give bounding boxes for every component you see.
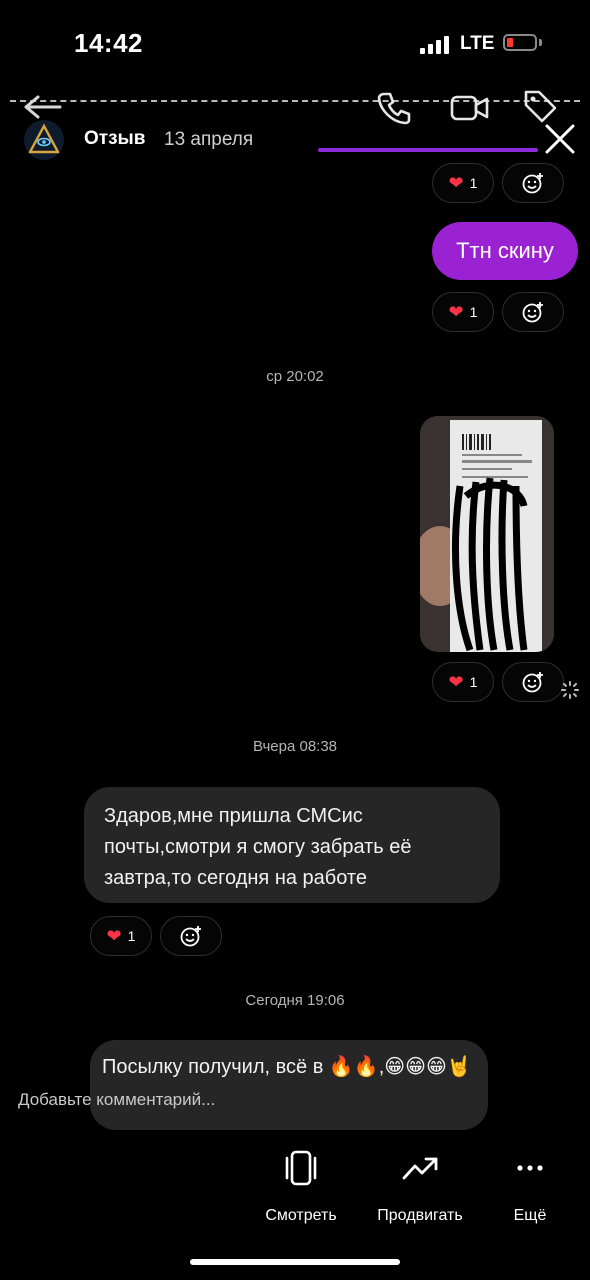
promote-button[interactable]: Продвигать bbox=[360, 1150, 480, 1225]
reaction-heart-pill[interactable]: ❤ 1 bbox=[432, 163, 494, 203]
loading-spinner-icon bbox=[561, 681, 579, 699]
timestamp: Сегодня 19:06 bbox=[245, 992, 345, 1009]
timestamp: Вчера 08:38 bbox=[252, 738, 338, 755]
receipt-image bbox=[420, 416, 554, 652]
story-progress bbox=[10, 100, 580, 102]
more-dots-icon bbox=[517, 1165, 543, 1171]
network-label: LTE bbox=[460, 33, 495, 54]
add-reaction-button[interactable] bbox=[160, 916, 222, 956]
close-icon[interactable] bbox=[543, 122, 577, 156]
add-reaction-button[interactable] bbox=[502, 292, 564, 332]
add-emoji-icon bbox=[522, 672, 543, 693]
reaction-count: 1 bbox=[469, 175, 478, 191]
outgoing-message[interactable]: Ттн скину bbox=[432, 222, 578, 280]
back-arrow-icon[interactable] bbox=[22, 94, 62, 120]
comment-input[interactable]: Добавьте комментарий... bbox=[18, 1090, 215, 1110]
reaction-count: 1 bbox=[469, 304, 478, 320]
view-button[interactable]: Смотреть bbox=[241, 1150, 361, 1225]
more-label: Ещё bbox=[513, 1207, 547, 1224]
avatar[interactable] bbox=[24, 120, 64, 160]
reaction-heart-pill[interactable]: ❤ 1 bbox=[432, 662, 494, 702]
add-emoji-icon bbox=[180, 926, 201, 947]
reaction-count: 1 bbox=[469, 674, 478, 690]
timestamp: ср 20:02 bbox=[266, 368, 324, 385]
add-emoji-icon bbox=[522, 173, 543, 194]
video-call-icon[interactable] bbox=[450, 92, 490, 124]
status-time: 14:42 bbox=[74, 28, 143, 58]
accent-line bbox=[318, 148, 538, 152]
incoming-message[interactable]: Посылку получил, всё в 🔥🔥,😁😁😁🤘 bbox=[90, 1040, 488, 1130]
add-reaction-button[interactable] bbox=[502, 662, 564, 702]
add-reaction-button[interactable] bbox=[502, 163, 564, 203]
story-title: Отзыв bbox=[84, 128, 146, 149]
heart-icon: ❤ bbox=[106, 926, 122, 946]
trending-up-icon bbox=[402, 1157, 438, 1180]
phone-call-icon[interactable] bbox=[376, 90, 412, 126]
heart-icon: ❤ bbox=[448, 672, 464, 692]
reaction-count: 1 bbox=[127, 928, 136, 944]
heart-icon: ❤ bbox=[448, 302, 464, 322]
battery-tip bbox=[539, 39, 542, 46]
signal-icon bbox=[420, 34, 450, 54]
promote-label: Продвигать bbox=[377, 1207, 463, 1224]
story-date: 13 апреля bbox=[164, 129, 254, 150]
add-emoji-icon bbox=[522, 302, 543, 323]
heart-icon: ❤ bbox=[448, 173, 464, 193]
incoming-message[interactable]: Здаров,мне пришла СМСис почты,смотри я с… bbox=[84, 787, 500, 903]
more-button[interactable]: Ещё bbox=[470, 1150, 590, 1225]
phone-view-icon bbox=[285, 1150, 317, 1186]
home-indicator[interactable] bbox=[190, 1259, 400, 1265]
receipt-photo[interactable] bbox=[420, 416, 554, 652]
tag-icon[interactable] bbox=[522, 88, 558, 124]
view-label: Смотреть bbox=[265, 1207, 337, 1224]
eye-pyramid-logo-icon bbox=[27, 123, 61, 154]
reaction-heart-pill[interactable]: ❤ 1 bbox=[90, 916, 152, 956]
battery-icon bbox=[503, 34, 537, 51]
reaction-heart-pill[interactable]: ❤ 1 bbox=[432, 292, 494, 332]
